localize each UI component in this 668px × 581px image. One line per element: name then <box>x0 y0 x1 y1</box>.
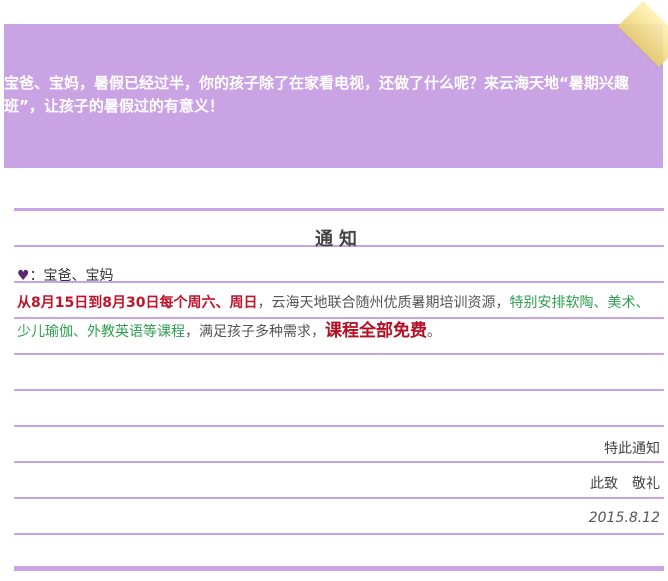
greeting-text: ：宝爸、宝妈 <box>29 268 114 284</box>
notice-title: 通知 <box>315 229 363 250</box>
notice-card: 通知 ♥：宝爸、宝妈 从8月15日到8月30日每个周六、周日，云海天地联合随州优… <box>14 208 664 571</box>
intro-banner: 宝爸、宝妈，暑假已经过半，你的孩子除了在家看电视，还做了什么呢？来云海天地“暑期… <box>4 0 668 168</box>
bottom-divider <box>14 566 664 569</box>
banner-text: 宝爸、宝妈，暑假已经过半，你的孩子除了在家看电视，还做了什么呢？来云海天地“暑期… <box>4 74 629 115</box>
body-text-4: ，满足孩子多种需求， <box>185 324 325 340</box>
free-courses-text: 课程全部免费 <box>325 321 427 341</box>
greeting: ♥：宝爸、宝妈 <box>17 265 114 285</box>
body-end: 。 <box>427 324 441 340</box>
heart-icon: ♥ <box>17 268 30 284</box>
tape-decoration <box>617 0 668 68</box>
date-range-text: 从8月15日到8月30日每个周六、周日 <box>17 295 258 311</box>
body-text-2: ，云海天地联合随州优质暑期培训资源， <box>257 295 510 311</box>
notice-date: 2015.8.12 <box>588 510 660 526</box>
page: 宝爸、宝妈，暑假已经过半，你的孩子除了在家看电视，还做了什么呢？来云海天地“暑期… <box>0 0 668 581</box>
sign-off-notice: 特此通知 <box>604 441 660 457</box>
sign-off-regards: 此致 敬礼 <box>590 476 660 492</box>
notice-body: 从8月15日到8月30日每个周六、周日，云海天地联合随州优质暑期培训资源，特别安… <box>17 289 657 346</box>
